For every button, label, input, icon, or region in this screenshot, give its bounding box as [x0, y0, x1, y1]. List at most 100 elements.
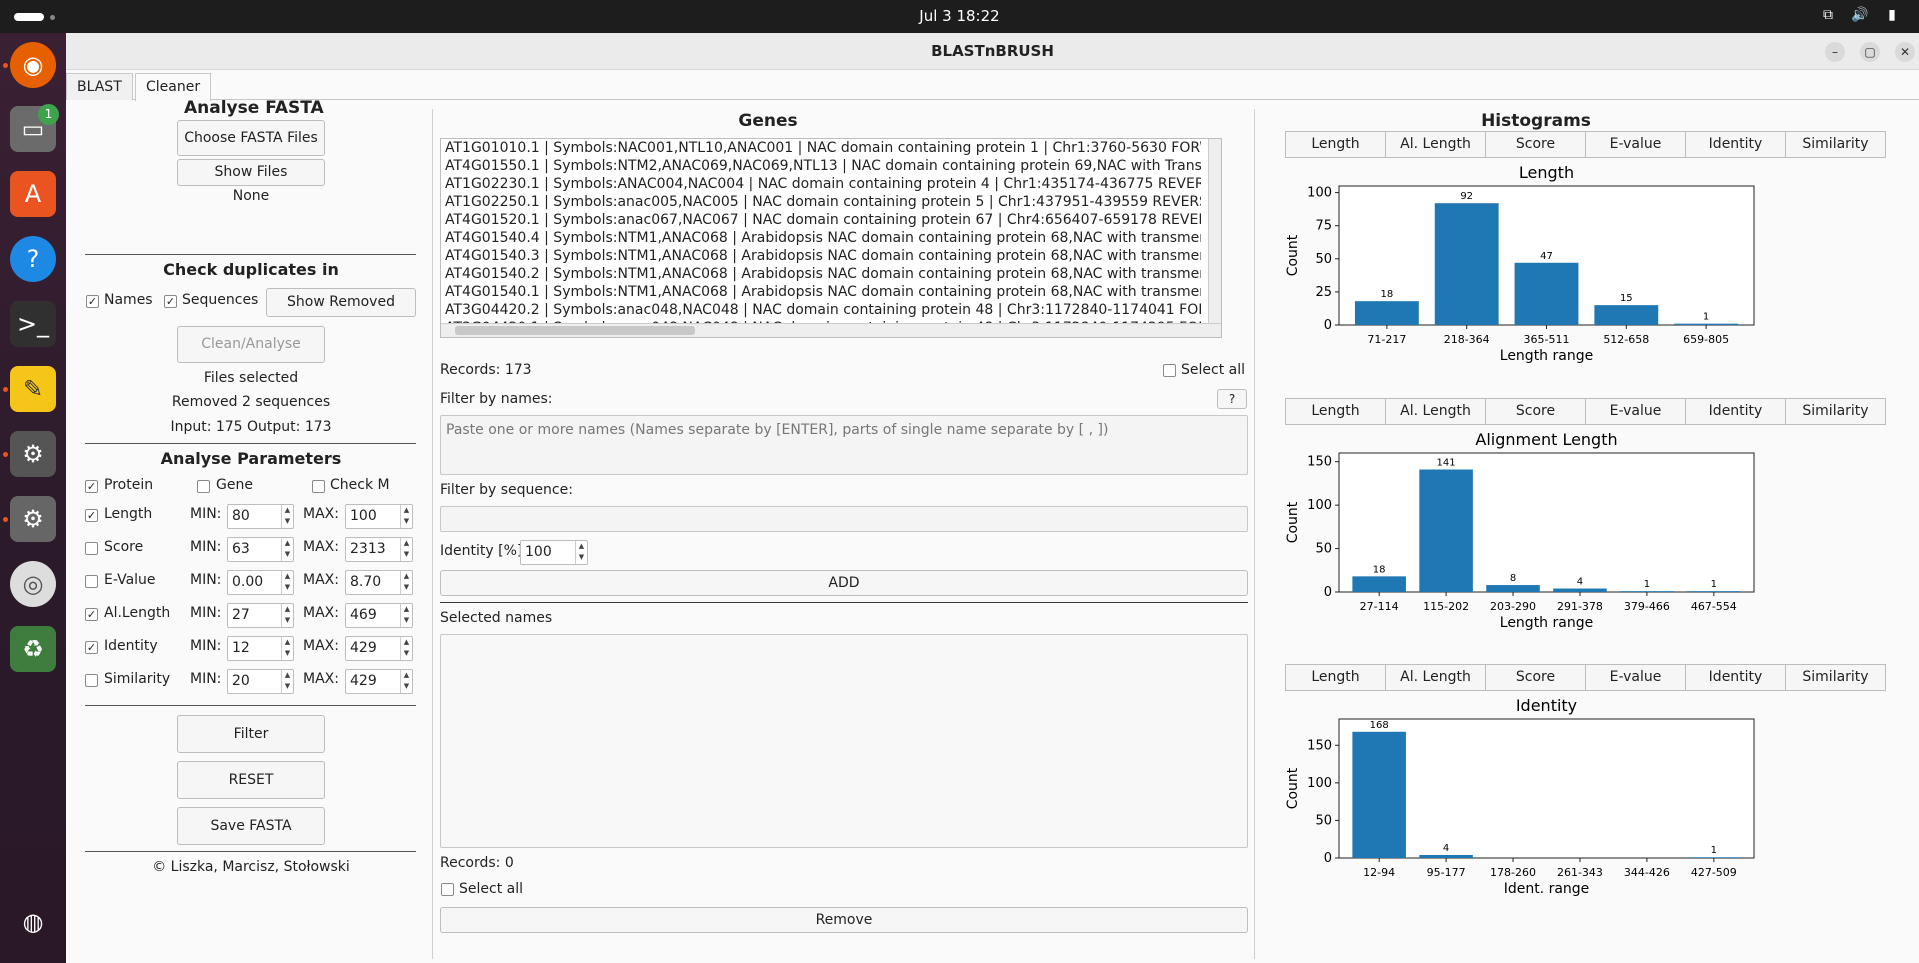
protein-checkbox[interactable]: ✓ [85, 480, 98, 493]
gene-checkbox[interactable] [197, 480, 210, 493]
hist0-btn-evalue[interactable]: E-value [1585, 131, 1686, 158]
hist2-btn-similarity[interactable]: Similarity [1785, 664, 1886, 691]
tab-cleaner[interactable]: Cleaner [135, 73, 212, 101]
identity-min-spinbox[interactable]: 12 ▲ ▼ [227, 636, 294, 661]
check-m-checkbox[interactable] [312, 480, 325, 493]
hist2-btn-identity[interactable]: Identity [1685, 664, 1786, 691]
remove-button[interactable]: Remove [440, 907, 1248, 933]
show-apps-icon[interactable]: ◍ [10, 899, 56, 945]
gene-row[interactable]: AT4G01540.1 | Symbols:NTM1,ANAC068 | Ara… [441, 283, 1201, 301]
score-label: Score [104, 539, 144, 555]
gene-row[interactable]: AT1G01010.1 | Symbols:NAC001,NTL10,ANAC0… [441, 139, 1201, 157]
gene-row[interactable]: AT1G02250.1 | Symbols:anac005,NAC005 | N… [441, 193, 1201, 211]
filter-button[interactable]: Filter [177, 715, 325, 753]
files-icon[interactable]: ▭ 1 [10, 104, 59, 152]
hist0-btn-similarity[interactable]: Similarity [1785, 131, 1886, 158]
hist0-btn-allength[interactable]: Al. Length [1385, 131, 1486, 158]
hist0-btn-identity[interactable]: Identity [1685, 131, 1786, 158]
allength-max-spinbox[interactable]: 469 ▲ ▼ [345, 603, 413, 628]
clock[interactable]: Jul 3 18:22 [0, 7, 1919, 25]
length-checkbox[interactable]: ✓ [85, 509, 98, 522]
identity-max-spinbox[interactable]: 429 ▲ ▼ [345, 636, 413, 661]
title-bar: BLASTnBRUSH – ▢ ✕ [66, 33, 1919, 70]
hist1-btn-score[interactable]: Score [1485, 398, 1586, 425]
gene-row[interactable]: AT4G01540.2 | Symbols:NTM1,ANAC068 | Ara… [441, 265, 1201, 283]
firefox-icon[interactable]: ◉ [10, 42, 56, 88]
app-center-icon[interactable]: A [10, 171, 56, 217]
bar-value-label: 4 [1577, 577, 1583, 588]
score-min-spinbox[interactable]: 63 ▲ ▼ [227, 537, 294, 562]
allength-min-spinbox[interactable]: 27 ▲ ▼ [227, 603, 294, 628]
sequence-filter-input[interactable] [440, 506, 1248, 532]
gene-row[interactable]: AT4G01540.4 | Symbols:NTM1,ANAC068 | Ara… [441, 229, 1201, 247]
genes-hscroll[interactable] [441, 323, 1221, 337]
settings-2-icon[interactable]: ⚙ [10, 496, 56, 542]
names-filter-input[interactable]: Paste one or more names (Names separate … [440, 415, 1248, 475]
bar [1352, 576, 1406, 592]
sequences-label: Sequences [182, 292, 259, 308]
genes-records: Records: 173 [440, 362, 532, 378]
selected-names-list[interactable] [440, 634, 1248, 848]
show-files-button[interactable]: Show Files [177, 159, 325, 186]
hist0-btn-score[interactable]: Score [1485, 131, 1586, 158]
hist1-btn-evalue[interactable]: E-value [1585, 398, 1686, 425]
gene-row[interactable]: AT4G01540.3 | Symbols:NTM1,ANAC068 | Ara… [441, 247, 1201, 265]
identity-spinbox[interactable]: 100 ▲ ▼ [520, 540, 588, 565]
show-removed-button[interactable]: Show Removed [266, 288, 416, 317]
evalue-checkbox[interactable] [85, 575, 98, 588]
maximize-icon[interactable]: ▢ [1860, 42, 1880, 62]
genes-list[interactable]: AT1G01010.1 | Symbols:NAC001,NTL10,ANAC0… [440, 138, 1222, 338]
hist2-btn-allength[interactable]: Al. Length [1385, 664, 1486, 691]
score-max-spinbox[interactable]: 2313 ▲ ▼ [345, 537, 413, 562]
help-button[interactable]: ? [1217, 389, 1247, 409]
gene-row[interactable]: AT4G01520.1 | Symbols:anac067,NAC067 | N… [441, 211, 1201, 229]
names-checkbox[interactable]: ✓ [86, 295, 99, 308]
dock: ◉ ▭ 1 A ? >_ ✎ ⚙ ⚙ ◎ ♻ ◍ [0, 33, 66, 963]
tab-blast[interactable]: BLAST [66, 73, 133, 100]
hist2-btn-score[interactable]: Score [1485, 664, 1586, 691]
select-all-checkbox[interactable] [1163, 364, 1176, 377]
hist2-btn-evalue[interactable]: E-value [1585, 664, 1686, 691]
identity-checkbox[interactable]: ✓ [85, 641, 98, 654]
close-icon[interactable]: ✕ [1895, 42, 1915, 62]
reset-button[interactable]: RESET [177, 761, 325, 799]
clean-analyse-button[interactable]: Clean/Analyse [177, 326, 325, 363]
text-editor-icon[interactable]: ✎ [10, 366, 56, 412]
allength-min-value: 27 [232, 607, 250, 623]
x-tick-label: 291-378 [1557, 600, 1603, 613]
disc-icon[interactable]: ◎ [10, 561, 56, 607]
allength-checkbox[interactable]: ✓ [85, 608, 98, 621]
minimize-icon[interactable]: – [1825, 42, 1845, 62]
save-fasta-button[interactable]: Save FASTA [177, 807, 325, 845]
hist1-btn-allength[interactable]: Al. Length [1385, 398, 1486, 425]
settings-icon[interactable]: ⚙ [10, 431, 56, 477]
hist1-btn-identity[interactable]: Identity [1685, 398, 1786, 425]
gene-row[interactable]: AT4G01550.1 | Symbols:NTM2,ANAC069,NAC06… [441, 157, 1201, 175]
evalue-max-spinbox[interactable]: 8.70 ▲ ▼ [345, 570, 413, 595]
volume-icon[interactable]: 🔊 [1851, 6, 1869, 24]
gene-row[interactable]: AT1G02230.1 | Symbols:ANAC004,NAC004 | N… [441, 175, 1201, 193]
terminal-icon[interactable]: >_ [10, 301, 56, 347]
hist1-btn-similarity[interactable]: Similarity [1785, 398, 1886, 425]
hist0-btn-length[interactable]: Length [1285, 131, 1386, 158]
hist1-btn-length[interactable]: Length [1285, 398, 1386, 425]
help-icon[interactable]: ? [10, 236, 56, 282]
evalue-min-spinbox[interactable]: 0.00 ▲ ▼ [227, 570, 294, 595]
sequences-checkbox[interactable]: ✓ [164, 295, 177, 308]
length-max-spinbox[interactable]: 100 ▲ ▼ [345, 504, 413, 529]
length-min-spinbox[interactable]: 80 ▲ ▼ [227, 504, 294, 529]
network-icon[interactable]: ⧉ [1819, 6, 1837, 24]
select-all-selected-checkbox[interactable] [441, 883, 454, 896]
choose-fasta-button[interactable]: Choose FASTA Files [177, 120, 325, 156]
score-checkbox[interactable] [85, 542, 98, 555]
battery-icon[interactable]: ▮ [1883, 6, 1901, 24]
similarity-max-spinbox[interactable]: 429 ▲ ▼ [345, 669, 413, 694]
gene-row[interactable]: AT3G04420.2 | Symbols:anac048,NAC048 | N… [441, 301, 1201, 319]
similarity-checkbox[interactable] [85, 674, 98, 687]
hist2-btn-length[interactable]: Length [1285, 664, 1386, 691]
bar [1419, 854, 1473, 858]
genes-vscroll[interactable] [1208, 139, 1221, 325]
similarity-min-spinbox[interactable]: 20 ▲ ▼ [227, 669, 294, 694]
add-button[interactable]: ADD [440, 570, 1248, 596]
trash-icon[interactable]: ♻ [10, 626, 56, 672]
